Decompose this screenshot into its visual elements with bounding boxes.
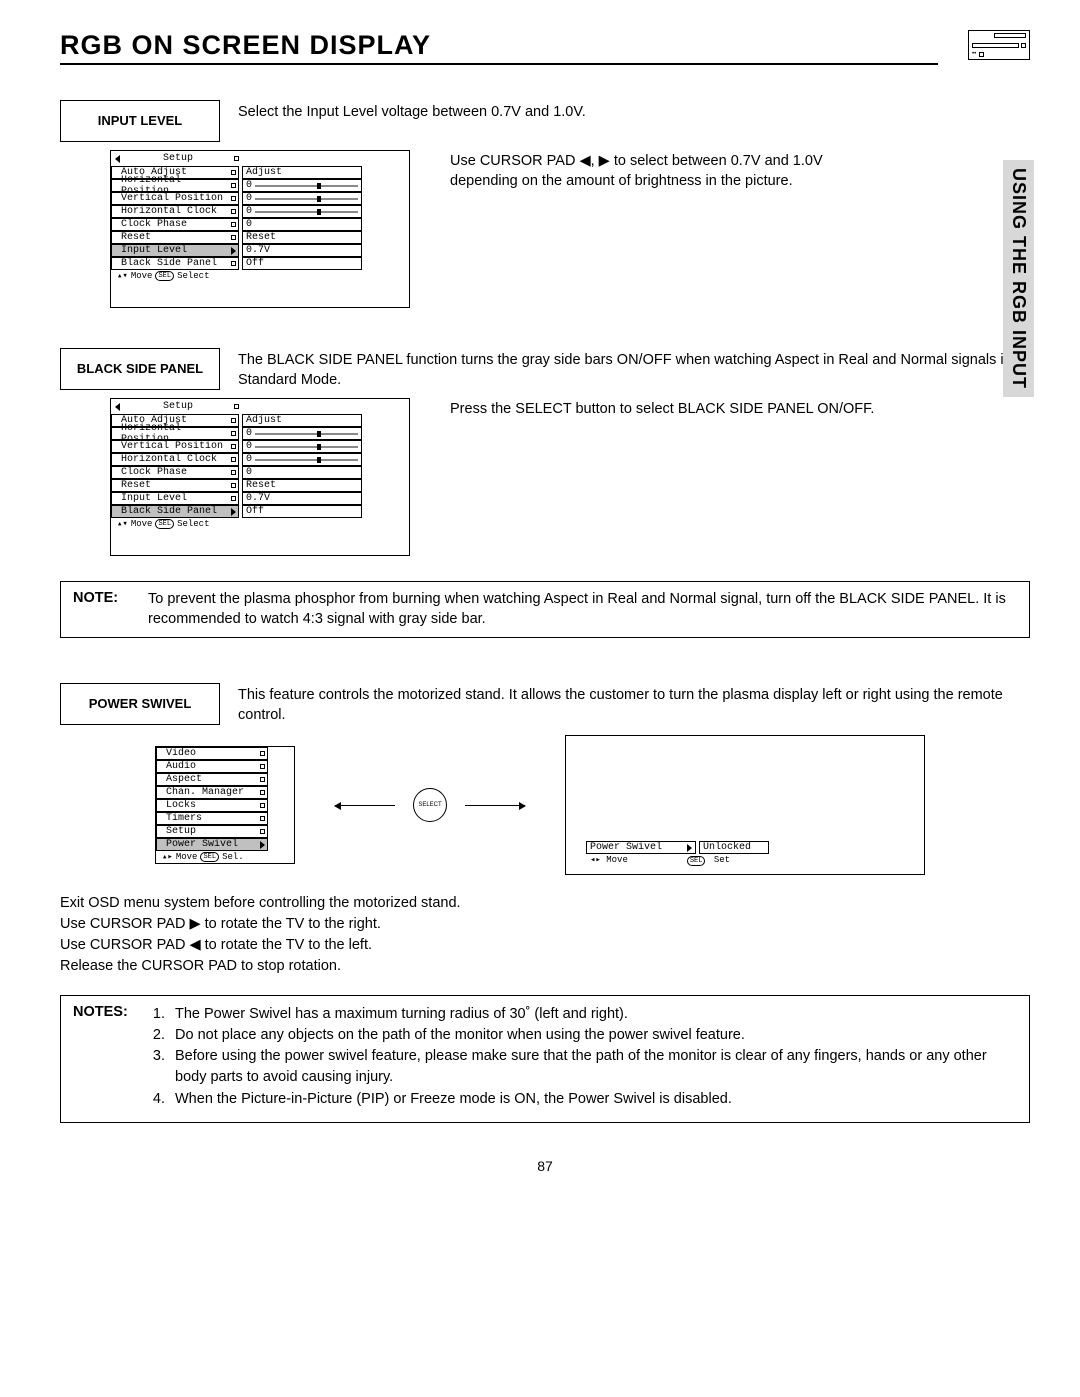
note-box: NOTE: To prevent the plasma phosphor fro… bbox=[60, 581, 1030, 638]
section-desc: Select the Input Level voltage between 0… bbox=[220, 100, 586, 142]
section-desc: This feature controls the motorized stan… bbox=[220, 683, 1030, 725]
bsp-instruction: Press the SELECT button to select BLACK … bbox=[450, 398, 874, 420]
input-level-instruction: Use CURSOR PAD ◀, ▶ to select between 0.… bbox=[450, 150, 890, 191]
ps-instructions: Exit OSD menu system before controlling … bbox=[60, 893, 1030, 977]
section-label-ps: POWER SWIVEL bbox=[60, 683, 220, 725]
osd-bsp: SetupAuto AdjustAdjustHorizontal Positio… bbox=[110, 398, 410, 556]
ps-result-label: Power Swivel bbox=[590, 842, 662, 853]
sel-oval: SEL bbox=[687, 856, 706, 866]
section-label-bsp: BLACK SIDE PANEL bbox=[60, 348, 220, 390]
note-label: NOTE: bbox=[73, 590, 148, 629]
section-label-input-level: INPUT LEVEL bbox=[60, 100, 220, 142]
set-label: Set bbox=[714, 855, 730, 865]
notes-label: NOTES: bbox=[73, 1004, 153, 1109]
osd-ps-result: Power Swivel Unlocked ◂▸ Move SEL Set bbox=[565, 735, 925, 875]
page-title: RGB ON SCREEN DISPLAY bbox=[60, 30, 938, 65]
page-number: 87 bbox=[60, 1158, 1030, 1174]
osd-ps-menu: VideoAudioAspectChan. ManagerLocksTimers… bbox=[155, 746, 295, 864]
osd-input-level: SetupAuto AdjustAdjustHorizontal Positio… bbox=[110, 150, 410, 308]
notes-box: NOTES: The Power Swivel has a maximum tu… bbox=[60, 995, 1030, 1122]
move-label: Move bbox=[606, 855, 628, 865]
tv-icon: •• bbox=[968, 30, 1030, 60]
side-tab: USING THE RGB INPUT bbox=[1003, 160, 1034, 397]
note-text: To prevent the plasma phosphor from burn… bbox=[148, 590, 1017, 629]
select-flow: SELECT bbox=[335, 788, 525, 822]
ps-result-value: Unlocked bbox=[699, 841, 769, 854]
select-ring-icon: SELECT bbox=[413, 788, 447, 822]
notes-list: The Power Swivel has a maximum turning r… bbox=[169, 1004, 1017, 1109]
section-desc: The BLACK SIDE PANEL function turns the … bbox=[220, 348, 1030, 390]
